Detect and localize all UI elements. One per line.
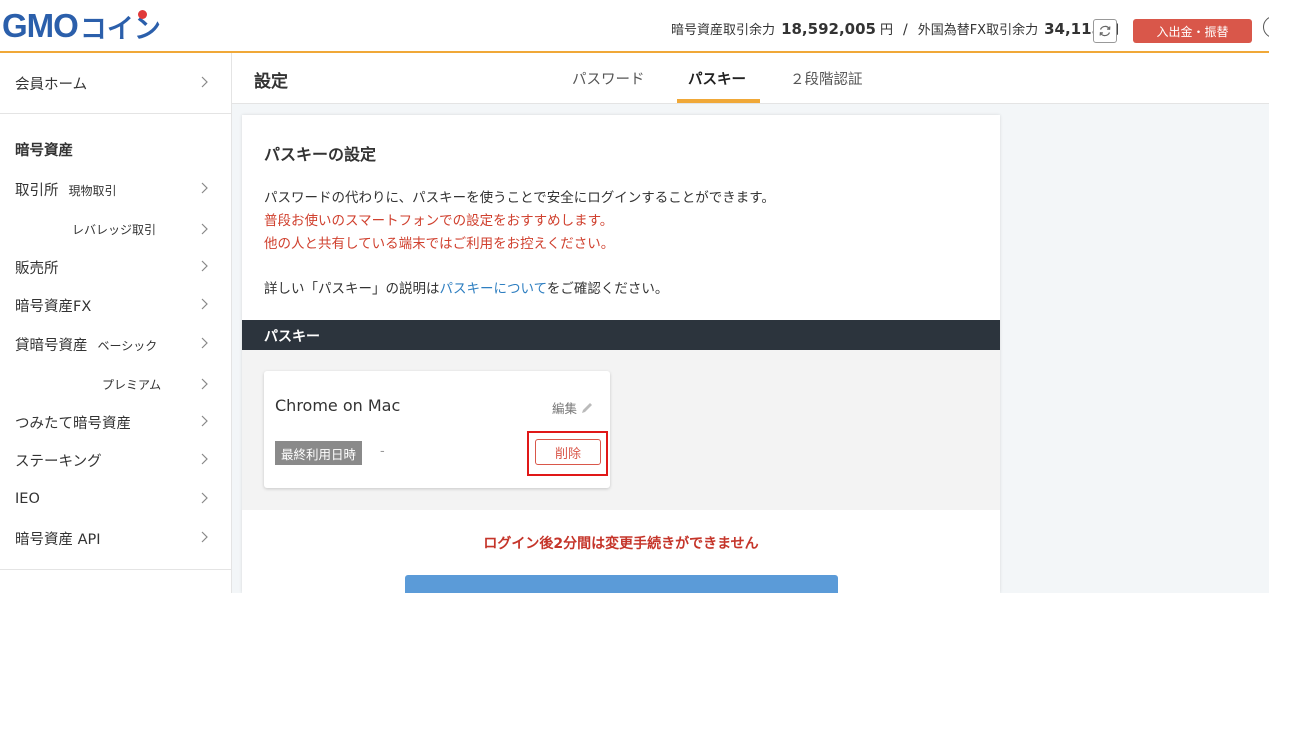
sidebar-divider bbox=[0, 569, 231, 570]
about-passkey-link[interactable]: パスキーについて bbox=[440, 281, 547, 297]
sidebar-item-label: 暗号資産 API bbox=[15, 531, 101, 548]
chevron-right-icon bbox=[201, 415, 208, 427]
refresh-button[interactable] bbox=[1093, 19, 1117, 43]
chevron-right-icon bbox=[201, 453, 208, 465]
sidebar-item-label: つみたて暗号資産 bbox=[15, 415, 131, 432]
delete-passkey-button[interactable]: 削除 bbox=[535, 439, 601, 465]
pencil-icon bbox=[582, 402, 593, 413]
sidebar-item-label: レバレッジ取引 bbox=[72, 223, 157, 237]
sidebar-item-label: プレミアム bbox=[102, 378, 162, 392]
register-passkey-button[interactable] bbox=[405, 575, 838, 593]
details-text-pre: 詳しい「パスキー」の説明は bbox=[264, 281, 440, 297]
logo-coin-label: コイン bbox=[79, 13, 161, 45]
sidebar-subitem-basic[interactable]: ベーシック bbox=[98, 339, 158, 353]
sidebar-item-label: ステーキング bbox=[15, 453, 102, 470]
logo-coin-text: コイン bbox=[80, 7, 161, 46]
sidebar-item-api[interactable]: 暗号資産 API bbox=[0, 519, 231, 557]
sidebar-section-crypto: 暗号資産 bbox=[15, 143, 73, 159]
crypto-balance-value: 18,592,005 bbox=[781, 20, 876, 38]
viewport: GMO コイン 暗号資産取引余力 18,592,005 円 / 外国為替FX取引… bbox=[0, 0, 1269, 593]
sidebar: 会員ホーム 暗号資産 取引所 現物取引 レバレッジ取引 販売所 暗号資産FX 貸暗… bbox=[0, 53, 232, 593]
sidebar-item-label: 会員ホーム bbox=[15, 76, 88, 93]
sidebar-divider bbox=[0, 113, 231, 114]
chevron-right-icon bbox=[201, 182, 208, 194]
active-tab-indicator bbox=[677, 99, 760, 103]
description-text: パスワードの代わりに、パスキーを使うことで安全にログインすることができます。 bbox=[264, 190, 775, 206]
sidebar-item-staking[interactable]: ステーキング bbox=[0, 441, 231, 479]
sidebar-item-label: 取引所 bbox=[15, 182, 59, 199]
passkey-settings-card: パスキーの設定 パスワードの代わりに、パスキーを使うことで安全にログインすること… bbox=[242, 115, 1000, 593]
sidebar-item-exchange[interactable]: 取引所 現物取引 bbox=[0, 170, 231, 208]
deposit-withdraw-button[interactable]: 入出金・振替 bbox=[1133, 19, 1252, 43]
sidebar-item-label: 販売所 bbox=[15, 260, 59, 277]
balance-summary: 暗号資産取引余力 18,592,005 円 / 外国為替FX取引余力 34,11… bbox=[671, 19, 1119, 38]
user-menu-icon[interactable] bbox=[1263, 16, 1269, 38]
main-content: 設定 パスワード パスキー ２段階認証 パスキーの設定 パスワードの代わりに、パ… bbox=[232, 53, 1269, 593]
tab-two-factor[interactable]: ２段階認証 bbox=[790, 68, 863, 89]
balance-separator: / bbox=[902, 22, 908, 38]
chevron-right-icon bbox=[201, 76, 208, 88]
chevron-right-icon bbox=[201, 260, 208, 272]
sidebar-item-label: 貸暗号資産 bbox=[15, 337, 88, 354]
chevron-right-icon bbox=[201, 223, 208, 235]
sidebar-item-lending[interactable]: 貸暗号資産 ベーシック bbox=[0, 325, 231, 363]
fx-balance-label: 外国為替FX取引余力 bbox=[917, 23, 1039, 38]
logo-dot-icon bbox=[137, 9, 147, 19]
sidebar-item-tsumitate[interactable]: つみたて暗号資産 bbox=[0, 403, 231, 441]
crypto-balance-label: 暗号資産取引余力 bbox=[671, 23, 776, 38]
change-restriction-warning: ログイン後2分間は変更手続きができません bbox=[483, 536, 759, 552]
refresh-icon bbox=[1099, 25, 1111, 37]
last-used-value: - bbox=[380, 444, 385, 459]
header: GMO コイン 暗号資産取引余力 18,592,005 円 / 外国為替FX取引… bbox=[0, 0, 1269, 53]
gmo-coin-logo[interactable]: GMO コイン bbox=[2, 7, 161, 46]
sidebar-item-sales[interactable]: 販売所 bbox=[0, 248, 231, 286]
last-used-label: 最終利用日時 bbox=[275, 441, 363, 465]
chevron-right-icon bbox=[201, 298, 208, 310]
caution-text: 他の人と共有している端末ではご利用をお控えください。 bbox=[264, 236, 615, 252]
chevron-right-icon bbox=[201, 378, 208, 390]
sidebar-item-member-home[interactable]: 会員ホーム bbox=[0, 64, 231, 102]
tab-passkey[interactable]: パスキー bbox=[688, 68, 746, 89]
settings-tabbar: 設定 パスワード パスキー ２段階認証 bbox=[232, 53, 1269, 104]
chevron-right-icon bbox=[201, 531, 208, 543]
sidebar-item-ieo[interactable]: IEO bbox=[0, 480, 231, 518]
section-title: パスキー bbox=[264, 329, 320, 345]
recommendation-text: 普段お使いのスマートフォンでの設定をおすすめします。 bbox=[264, 213, 614, 229]
edit-passkey-button[interactable]: 編集 bbox=[552, 398, 594, 417]
sidebar-subitem-spot[interactable]: 現物取引 bbox=[69, 184, 117, 198]
details-text-post: をご確認ください。 bbox=[546, 281, 669, 297]
details-text: 詳しい「パスキー」の説明はパスキーについてをご確認ください。 bbox=[264, 277, 668, 297]
card-title: パスキーの設定 bbox=[264, 145, 377, 164]
chevron-right-icon bbox=[201, 492, 208, 504]
sidebar-item-label-group: 貸暗号資産 ベーシック bbox=[15, 334, 157, 355]
tab-password[interactable]: パスワード bbox=[572, 68, 645, 89]
logo-gmo-text: GMO bbox=[2, 7, 79, 44]
sidebar-item-label-group: 取引所 現物取引 bbox=[15, 179, 117, 200]
page-title: 設定 bbox=[254, 72, 288, 92]
sidebar-item-crypto-fx[interactable]: 暗号資産FX bbox=[0, 286, 231, 324]
edit-label: 編集 bbox=[552, 401, 578, 416]
passkey-item: Chrome on Mac 編集 最終利用日時 - 削除 bbox=[264, 371, 610, 488]
passkey-section-header: パスキー bbox=[242, 320, 1000, 350]
passkey-list: Chrome on Mac 編集 最終利用日時 - 削除 bbox=[242, 350, 1000, 510]
sidebar-item-label: 暗号資産FX bbox=[15, 298, 92, 315]
crypto-balance-unit: 円 bbox=[879, 23, 893, 38]
passkey-name: Chrome on Mac bbox=[275, 396, 401, 415]
sidebar-subitem-leverage[interactable]: レバレッジ取引 bbox=[0, 214, 231, 244]
sidebar-item-label: IEO bbox=[15, 491, 40, 507]
sidebar-subitem-premium[interactable]: プレミアム bbox=[0, 369, 231, 399]
chevron-right-icon bbox=[201, 337, 208, 349]
